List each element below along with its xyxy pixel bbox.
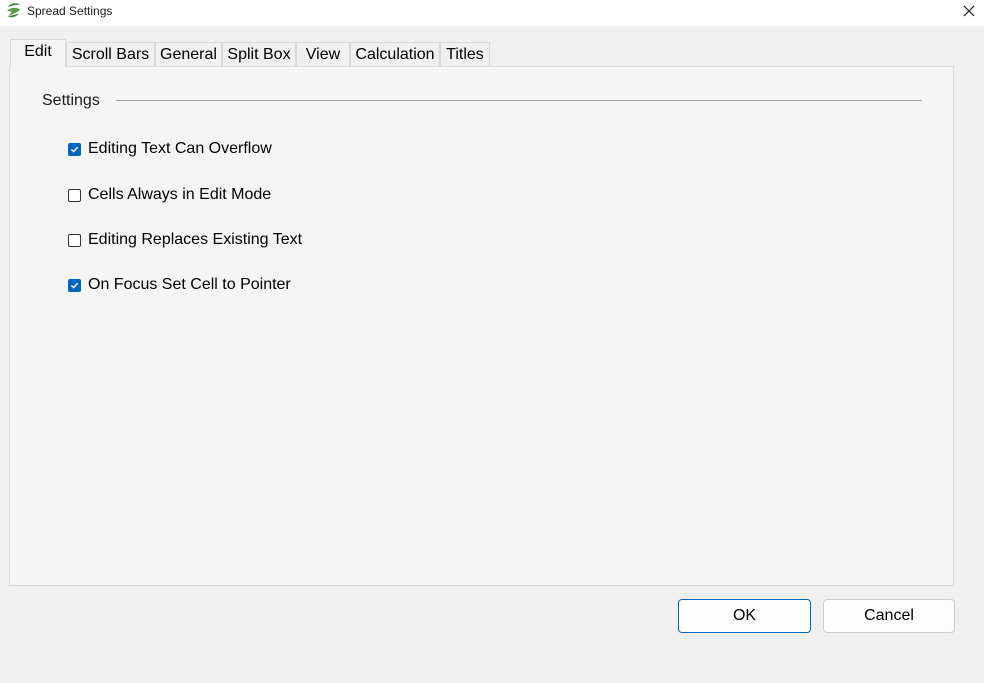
checkbox-box[interactable] (68, 278, 81, 292)
group-divider (116, 100, 922, 101)
option-label: Editing Replaces Existing Text (88, 231, 303, 248)
cells-always-in-edit-mode-checkbox[interactable]: Cells Always in Edit Mode (68, 184, 271, 206)
tab-general[interactable]: General (155, 42, 222, 66)
ok-button[interactable]: OK (678, 599, 811, 633)
checkbox-box[interactable] (68, 188, 81, 202)
editing-text-can-overflow-checkbox[interactable]: Editing Text Can Overflow (68, 138, 272, 160)
option-label: Editing Text Can Overflow (88, 140, 272, 157)
settings-group-label: Settings (42, 92, 100, 109)
tab-calculation[interactable]: Calculation (350, 42, 440, 66)
checkmark-icon (70, 146, 79, 153)
close-button[interactable] (954, 0, 984, 22)
tab-split-box[interactable]: Split Box (222, 42, 296, 66)
title-bar: Spread Settings (0, 0, 984, 26)
spread-logo-icon (7, 3, 20, 18)
checkbox-box[interactable] (68, 233, 81, 247)
tab-titles[interactable]: Titles (440, 42, 490, 66)
tab-edit[interactable]: Edit (10, 39, 66, 67)
tab-scroll-bars[interactable]: Scroll Bars (66, 42, 155, 66)
cancel-button[interactable]: Cancel (823, 599, 955, 633)
tab-view[interactable]: View (296, 42, 350, 66)
option-label: On Focus Set Cell to Pointer (88, 276, 291, 293)
checkbox-box[interactable] (68, 142, 81, 156)
checkmark-icon (70, 282, 79, 289)
edit-tab-panel: Settings Editing Text Can Overflow Cells… (9, 66, 954, 586)
close-icon (963, 5, 975, 17)
option-label: Cells Always in Edit Mode (88, 186, 272, 203)
window-title: Spread Settings (27, 4, 113, 18)
on-focus-set-cell-to-pointer-checkbox[interactable]: On Focus Set Cell to Pointer (68, 274, 291, 296)
editing-replaces-existing-text-checkbox[interactable]: Editing Replaces Existing Text (68, 229, 302, 251)
